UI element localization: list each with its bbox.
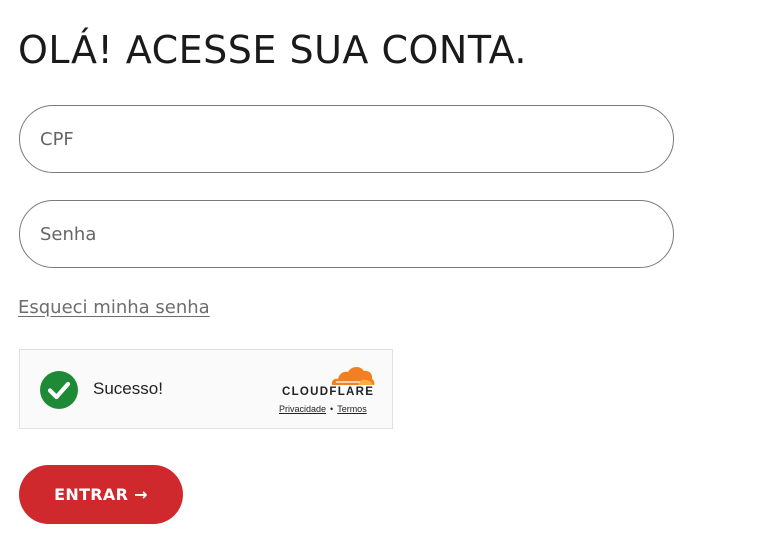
cloudflare-wordmark: CLOUDFLARE xyxy=(282,386,375,398)
cloudflare-turnstile-widget: Sucesso! CLOUDFLARE Privacidade • Termos xyxy=(19,349,393,429)
login-page: OLÁ! ACESSE SUA CONTA. Esqueci minha sen… xyxy=(0,0,782,536)
turnstile-status-text: Sucesso! xyxy=(93,379,163,398)
password-input[interactable] xyxy=(19,200,674,268)
link-separator: • xyxy=(330,404,334,414)
forgot-password-link[interactable]: Esqueci minha senha xyxy=(18,297,210,318)
cpf-input[interactable] xyxy=(19,105,674,173)
submit-button[interactable]: ENTRAR → xyxy=(19,465,183,524)
check-circle-icon xyxy=(40,371,78,409)
terms-link[interactable]: Termos xyxy=(337,404,367,414)
turnstile-links: Privacidade • Termos xyxy=(279,404,367,414)
page-title: OLÁ! ACESSE SUA CONTA. xyxy=(18,28,528,72)
privacy-link[interactable]: Privacidade xyxy=(279,404,326,414)
cloudflare-cloud-icon xyxy=(331,366,375,385)
